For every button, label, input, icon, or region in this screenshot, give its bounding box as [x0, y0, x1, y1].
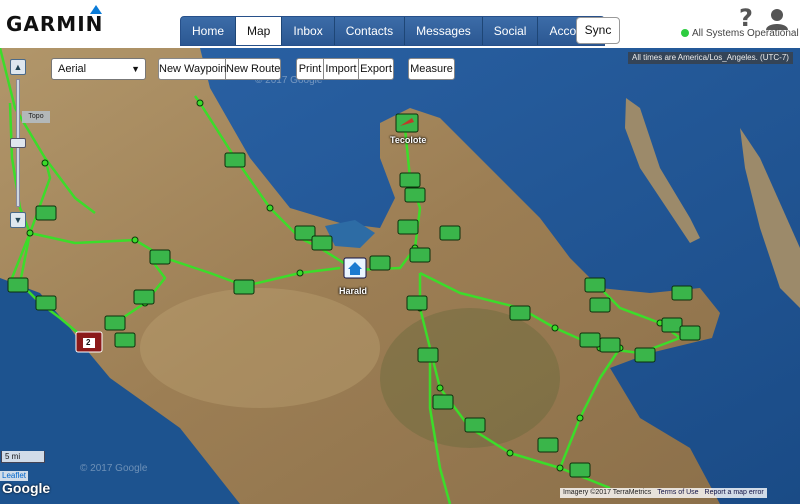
tecolote-marker	[395, 113, 419, 133]
import-button[interactable]: Import	[324, 58, 359, 80]
tab-inbox[interactable]: Inbox	[282, 17, 335, 45]
tab-social[interactable]: Social	[482, 17, 539, 45]
tab-messages[interactable]: Messages	[405, 17, 483, 45]
logo-triangle-icon	[90, 5, 102, 14]
zoom-out-button[interactable]: ▼	[10, 212, 26, 228]
print-button[interactable]: Print	[296, 58, 324, 80]
status-dot-icon	[681, 29, 689, 37]
garmin-logo[interactable]: GARMIN	[6, 5, 104, 36]
export-button[interactable]: Export	[359, 58, 394, 80]
google-watermark: © 2017 Google	[80, 463, 148, 474]
map-layer-value: Aerial	[58, 63, 87, 75]
zoom-slider-thumb[interactable]	[10, 138, 26, 148]
timezone-note: All times are America/Los_Angeles. (UTC-…	[628, 52, 793, 64]
topo-level-label: Topo	[22, 111, 50, 123]
new-route-button[interactable]: New Route	[226, 58, 281, 80]
chevron-down-icon: ▼	[131, 64, 140, 74]
status-text: All Systems Operational	[692, 28, 799, 39]
harald-home-marker	[343, 257, 367, 279]
tab-home[interactable]: Home	[181, 17, 237, 45]
system-status[interactable]: All Systems Operational	[681, 28, 799, 39]
main-nav: Home Map Inbox Contacts Messages Social …	[180, 16, 605, 46]
app-header: GARMIN Home Map Inbox Contacts Messages …	[0, 0, 800, 48]
google-logo[interactable]: Google	[2, 480, 50, 496]
map-view[interactable]: © 2017 Google © 2017 Google Tecolote Har…	[0, 48, 800, 504]
zoom-in-button[interactable]: ▲	[10, 59, 26, 75]
cluster-count[interactable]: 2	[86, 338, 90, 347]
logo-text: GARMIN	[6, 12, 104, 36]
terms-link[interactable]: Terms of Use	[654, 488, 701, 498]
new-waypoint-button[interactable]: New Waypoint	[158, 58, 230, 80]
tab-contacts[interactable]: Contacts	[334, 17, 406, 45]
map-layer-select[interactable]: Aerial ▼	[51, 58, 146, 80]
measure-button[interactable]: Measure	[408, 58, 455, 80]
map-attribution: Imagery ©2017 TerraMetrics Terms of Use …	[560, 488, 767, 498]
place-label-harald: Harald	[339, 286, 368, 296]
tab-map[interactable]: Map	[236, 17, 283, 45]
sync-button[interactable]: Sync	[576, 17, 620, 44]
report-error-link[interactable]: Report a map error	[702, 488, 767, 498]
map-scale: 5 mi	[1, 451, 45, 463]
imagery-credit: Imagery ©2017 TerraMetrics	[563, 489, 652, 496]
user-icon[interactable]	[765, 8, 789, 30]
map-terrain	[0, 48, 800, 504]
place-label-tecolote: Tecolote	[390, 135, 427, 145]
